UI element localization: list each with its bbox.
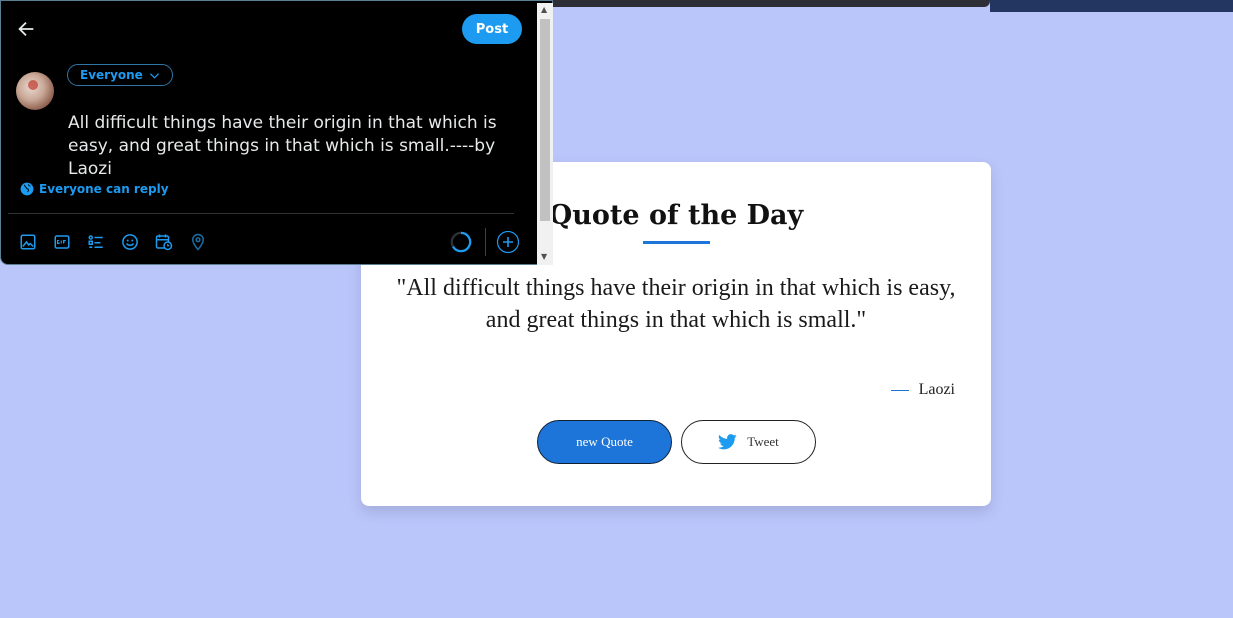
back-arrow-icon[interactable] (15, 18, 37, 40)
tweet-button[interactable]: Tweet (681, 420, 816, 464)
post-button[interactable]: Post (462, 14, 522, 44)
audience-label: Everyone (80, 68, 143, 82)
reply-setting-button[interactable]: Everyone can reply (20, 182, 169, 196)
compose-post-dialog: Post Everyone All difficult things have … (0, 0, 553, 265)
author-dash (890, 389, 909, 391)
quote-author: Laozi (890, 381, 955, 399)
character-count-progress-icon (450, 231, 472, 253)
toolbar-separator (485, 228, 486, 256)
post-text-input[interactable]: All difficult things have their origin i… (68, 112, 518, 181)
image-icon[interactable] (19, 233, 37, 251)
add-post-icon[interactable] (496, 230, 520, 254)
chevron-down-icon (149, 72, 159, 79)
reply-setting-label: Everyone can reply (39, 182, 169, 196)
browser-toolbar-strip (990, 0, 1233, 12)
browser-tab-strip (545, 0, 990, 7)
title-underline (643, 241, 710, 244)
scroll-up-arrow-icon[interactable]: ▲ (541, 6, 547, 14)
poll-icon[interactable] (87, 233, 105, 251)
avatar (16, 72, 54, 110)
schedule-icon[interactable] (155, 233, 173, 251)
author-name: Laozi (918, 381, 955, 398)
quote-text: "All difficult things have their origin … (396, 275, 956, 333)
scrollbar-thumb[interactable] (540, 19, 550, 221)
gif-icon[interactable] (53, 233, 71, 251)
globe-icon (20, 182, 34, 196)
audience-selector[interactable]: Everyone (67, 64, 173, 86)
twitter-bird-icon (718, 434, 737, 450)
emoji-icon[interactable] (121, 233, 139, 251)
toolbar-divider (8, 213, 514, 214)
new-quote-button[interactable]: new Quote (537, 420, 672, 464)
tweet-button-label: Tweet (747, 434, 779, 449)
location-icon[interactable] (189, 233, 207, 251)
scroll-down-arrow-icon[interactable]: ▼ (541, 253, 547, 261)
